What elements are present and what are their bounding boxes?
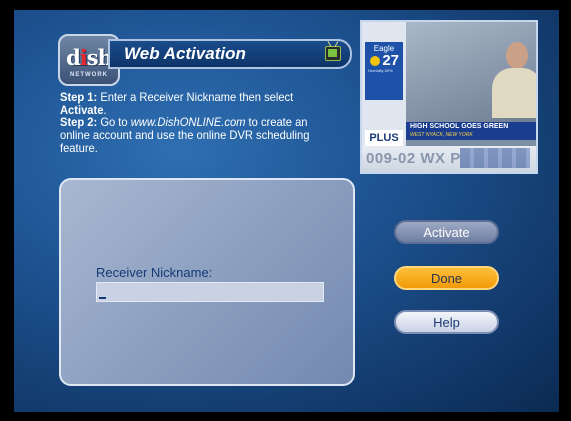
instructions-text: Step 1: Enter a Receiver Nickname then s… [60, 91, 322, 155]
logo-letter-d: d [66, 45, 81, 70]
logo-letter-i: i [79, 45, 88, 70]
step1-text: Enter a Receiver Nickname then select [97, 90, 294, 104]
activate-button[interactable]: Activate [394, 220, 499, 244]
preview-channel-code: 009-02 WX P [366, 150, 461, 167]
tv-icon [325, 46, 341, 61]
preview-video-scene [406, 22, 536, 122]
receiver-nickname-label: Receiver Nickname: [96, 265, 213, 280]
live-tv-preview: Eagle 27 Humidity 60% HIGH SCHOOL GOES G… [360, 20, 538, 174]
preview-plus-badge: PLUS [365, 130, 403, 146]
logo-subtext: NETWORK [70, 72, 108, 78]
nickname-panel: Receiver Nickname: [59, 178, 355, 386]
text-cursor [99, 297, 106, 299]
title-bar: Web Activation [108, 39, 352, 69]
preview-weather-box: Eagle 27 Humidity 60% [365, 42, 403, 100]
page-title: Web Activation [124, 44, 246, 63]
activation-screen: dish NETWORK Web Activation Step 1: Ente… [14, 10, 559, 412]
receiver-nickname-input[interactable] [96, 282, 324, 302]
preview-banner-subtitle: WEST NYACK, NEW YORK [410, 132, 473, 138]
preview-news-banner: HIGH SCHOOL GOES GREEN WEST NYACK, NEW Y… [406, 122, 536, 140]
help-button[interactable]: Help [394, 310, 499, 334]
done-button[interactable]: Done [394, 266, 499, 290]
preview-forecast-bars [460, 148, 530, 168]
preview-anchor-figure [492, 40, 536, 118]
preview-banner-title: HIGH SCHOOL GOES GREEN [410, 123, 509, 130]
sun-icon [370, 56, 380, 66]
